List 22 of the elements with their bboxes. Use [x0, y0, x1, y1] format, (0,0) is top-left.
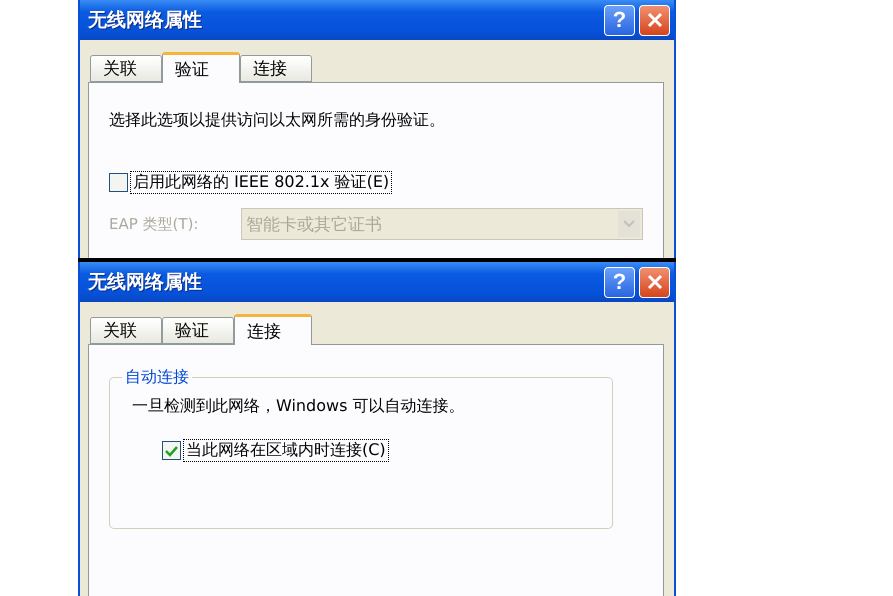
- description-text: 一旦检测到此网络，Windows 可以自动连接。: [132, 396, 466, 417]
- close-icon: [646, 274, 662, 290]
- tab[interactable]: 连接: [234, 314, 312, 345]
- window-title: 无线网络属性: [88, 8, 203, 33]
- close-button[interactable]: [639, 4, 670, 36]
- close-icon: [646, 12, 662, 28]
- checkbox[interactable]: [162, 441, 181, 460]
- eap-type-label: EAP 类型(T):: [109, 214, 200, 234]
- tab[interactable]: 关联: [90, 55, 162, 82]
- tab[interactable]: 关联: [90, 317, 162, 344]
- description-text: 选择此选项以提供访问以太网所需的身份验证。: [109, 110, 446, 131]
- tab[interactable]: 验证: [162, 52, 240, 83]
- group-title: 自动连接: [124, 367, 190, 388]
- checkmark-icon: [165, 444, 178, 456]
- window-title: 无线网络属性: [88, 270, 203, 295]
- tab[interactable]: 连接: [240, 55, 312, 82]
- chevron-down-icon: [623, 220, 635, 228]
- checkbox-label[interactable]: 启用此网络的 IEEE 802.1x 验证(E): [130, 171, 392, 194]
- close-button[interactable]: [639, 266, 670, 298]
- checkbox[interactable]: [109, 173, 128, 192]
- checkbox-label[interactable]: 当此网络在区域内时连接(C): [183, 439, 389, 462]
- tab[interactable]: 验证: [162, 317, 234, 344]
